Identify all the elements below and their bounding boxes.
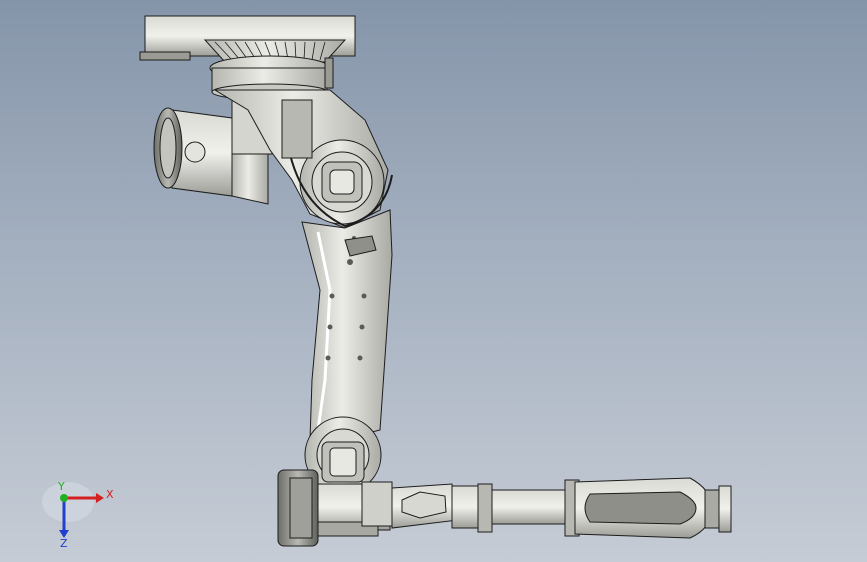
z-axis-label: Z	[60, 537, 68, 548]
robot-arm-model[interactable]	[0, 0, 867, 562]
orientation-triad: X Y Z	[42, 480, 114, 548]
y-axis-point	[60, 494, 68, 502]
forearm-tube	[391, 483, 569, 533]
cad-viewport[interactable]: X Y Z	[0, 0, 867, 562]
robot-base	[139, 15, 356, 101]
wrist-assembly	[564, 477, 732, 539]
x-axis-label: X	[106, 488, 114, 501]
upper-arm-link	[301, 209, 393, 441]
y-axis-label: Y	[57, 480, 65, 493]
